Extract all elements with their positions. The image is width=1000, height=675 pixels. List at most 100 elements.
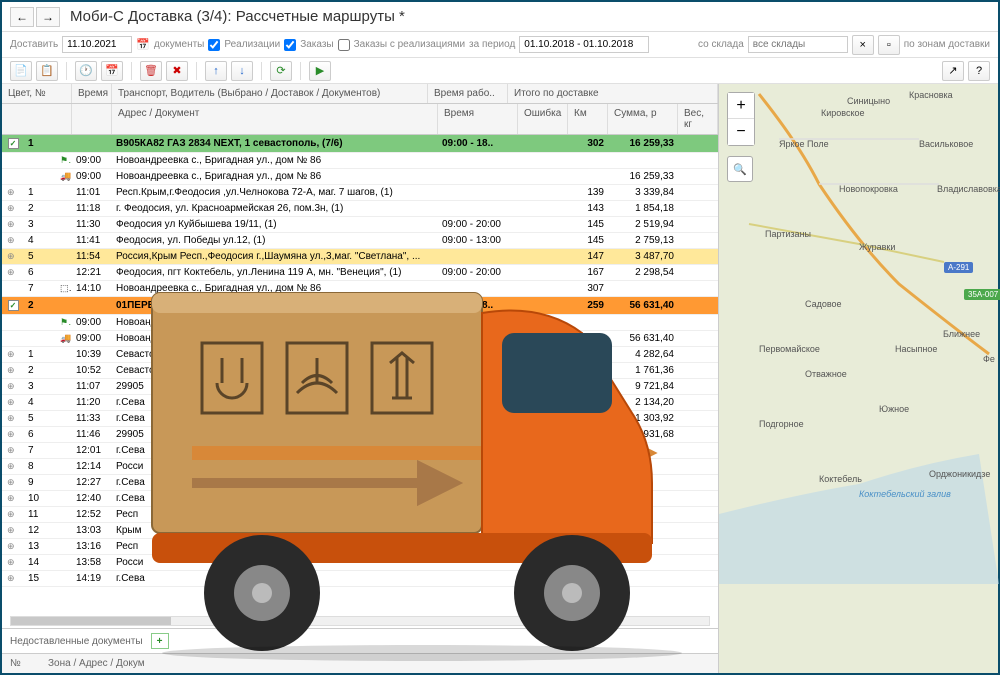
undelivered-label: Недоставленные документы xyxy=(10,636,143,647)
map-zoom-out-button[interactable]: − xyxy=(728,119,754,145)
map-place-label: Орджоникидзе xyxy=(929,469,990,479)
cancel-button[interactable]: ✖ xyxy=(166,61,188,81)
map-place-label: Партизаны xyxy=(765,229,811,239)
expand-icon[interactable]: ⊕ xyxy=(7,445,19,456)
expand-icon[interactable]: ⊕ xyxy=(7,493,19,504)
table-row[interactable]: ⊕ 5 11:54 Россия,Крым Респ.,Феодосия г.,… xyxy=(2,249,718,265)
map-place-label: Южное xyxy=(879,404,909,414)
map-place-label: Садовое xyxy=(805,299,842,309)
map-place-label: Первомайское xyxy=(759,344,820,354)
refresh-button[interactable]: ⟳ xyxy=(270,61,292,81)
row-icon: ⬚ xyxy=(56,283,72,294)
expand-icon[interactable]: ⊕ xyxy=(7,349,19,360)
col-color: Цвет, № xyxy=(2,84,72,103)
col-total: Итого по доставке xyxy=(508,84,718,103)
table-row[interactable]: ⊕ 1 11:01 Респ.Крым,г.Феодосия ,ул.Челно… xyxy=(2,185,718,201)
clock-button[interactable]: 🕐 xyxy=(75,61,97,81)
window-title: Моби-С Доставка (3/4): Рассчетные маршру… xyxy=(70,8,405,25)
expand-icon[interactable]: ⊕ xyxy=(7,573,19,584)
map-zoom-in-button[interactable]: + xyxy=(728,93,754,119)
orders-checkbox[interactable] xyxy=(284,39,296,51)
nav-back-button[interactable]: ← xyxy=(10,7,34,27)
map-place-label: Журавки xyxy=(859,242,895,252)
deliver-label: Доставить xyxy=(10,39,58,50)
expand-icon[interactable]: ⊕ xyxy=(7,413,19,424)
schedule-button[interactable]: 📅 xyxy=(101,61,123,81)
expand-icon[interactable]: ⊕ xyxy=(7,541,19,552)
map-place-label: Кировское xyxy=(821,108,865,118)
col-km: Км xyxy=(568,104,608,134)
expand-icon[interactable]: ⊕ xyxy=(7,187,19,198)
map-place-label: Фе xyxy=(983,354,995,364)
expand-icon[interactable]: ⊕ xyxy=(7,525,19,536)
nav-forward-button[interactable]: → xyxy=(36,7,60,27)
map-place-label: Подгорное xyxy=(759,419,804,429)
warehouse-clear-button[interactable]: × xyxy=(852,35,874,55)
group-row[interactable]: ✓ 1 В905КА82 ГАЗ 2834 NEXT, 1 севастопол… xyxy=(2,135,718,153)
deliver-date-input[interactable] xyxy=(62,36,132,53)
expand-icon[interactable]: ⊕ xyxy=(7,267,19,278)
expand-icon[interactable]: ⊕ xyxy=(7,477,19,488)
realiz-checkbox[interactable] xyxy=(208,39,220,51)
table-row[interactable]: ⊕ 3 11:30 Феодосия ул Куйбышева 19/11, (… xyxy=(2,217,718,233)
warehouse-label: со склада xyxy=(698,39,744,50)
group-checkbox[interactable]: ✓ xyxy=(8,300,19,311)
run-button[interactable]: ▶ xyxy=(309,61,331,81)
warehouse-open-button[interactable]: ▫ xyxy=(878,35,900,55)
expand-icon[interactable]: ⊕ xyxy=(7,381,19,392)
map-pane[interactable]: + − 🔍 Красновка Синицыно Кировское Яркое По… xyxy=(718,84,998,673)
map-road-badge: А-291 xyxy=(944,262,973,273)
help-button[interactable]: ? xyxy=(968,61,990,81)
expand-icon[interactable]: ⊕ xyxy=(7,235,19,246)
expand-icon[interactable]: ⊕ xyxy=(7,397,19,408)
col-time: Время xyxy=(72,84,112,103)
map-place-label: Отважное xyxy=(805,369,847,379)
orders-realiz-checkbox[interactable] xyxy=(338,39,350,51)
period-label: за период xyxy=(469,39,515,50)
map-place-label: Красновка xyxy=(909,90,953,100)
map-roads xyxy=(719,84,999,644)
truck-illustration xyxy=(142,283,702,663)
zone-label: по зонам доставки xyxy=(904,39,990,50)
expand-icon[interactable]: ⊕ xyxy=(7,251,19,262)
orders-label: Заказы xyxy=(300,39,333,50)
col-sum: Сумма, р xyxy=(608,104,678,134)
down-button[interactable]: ↓ xyxy=(231,61,253,81)
table-row[interactable]: ⊕ 6 12:21 Феодосия, пгт Коктебель, ул.Ле… xyxy=(2,265,718,281)
map-search-button[interactable]: 🔍 xyxy=(727,156,753,182)
col-addr: Адрес / Документ xyxy=(112,104,438,134)
group-checkbox[interactable]: ✓ xyxy=(8,138,19,149)
map-place-label: Новопокровка xyxy=(839,184,898,194)
expand-icon[interactable]: ⊕ xyxy=(7,365,19,376)
up-button[interactable]: ↑ xyxy=(205,61,227,81)
map-place-label: Владиславовка xyxy=(937,184,1000,194)
table-row[interactable]: ⊕ 2 11:18 г. Феодосия, ул. Красноармейск… xyxy=(2,201,718,217)
map-zoom-controls: + − xyxy=(727,92,755,146)
expand-icon[interactable]: ⊕ xyxy=(7,203,19,214)
expand-icon[interactable]: ⊕ xyxy=(7,429,19,440)
col-weight: Вес, кг xyxy=(678,104,718,134)
bottom-zone-label: Зона / Адрес / Докум xyxy=(48,658,145,669)
new-doc-button[interactable]: 📄 xyxy=(10,61,32,81)
map-place-label: Яркое Поле xyxy=(779,139,829,149)
delete-button[interactable]: 🗑 xyxy=(140,61,162,81)
row-icon: 🚚 xyxy=(56,333,72,344)
expand-icon[interactable]: ⊕ xyxy=(7,461,19,472)
map-road-badge: 35А-007 xyxy=(964,289,1000,300)
warehouse-input[interactable] xyxy=(748,36,848,53)
bottom-num-label: № xyxy=(10,658,40,669)
table-row[interactable]: ⊕ 4 11:41 Феодосия, ул. Победы ул.12, (1… xyxy=(2,233,718,249)
period-input[interactable] xyxy=(519,36,649,53)
calendar-icon[interactable]: 📅 xyxy=(136,38,150,51)
external-button[interactable]: ↗ xyxy=(942,61,964,81)
expand-icon[interactable]: ⊕ xyxy=(7,557,19,568)
table-row[interactable]: ⚑ 09:00 Новоандреевка с., Бригадная ул.,… xyxy=(2,153,718,169)
map-place-label: Синицыно xyxy=(847,96,890,106)
table-row[interactable]: 🚚 09:00 Новоандреевка с., Бригадная ул.,… xyxy=(2,169,718,185)
expand-icon[interactable]: ⊕ xyxy=(7,509,19,520)
copy-button[interactable]: 📋 xyxy=(36,61,58,81)
map-place-label: Коктебель xyxy=(819,474,862,484)
col-t2: Время xyxy=(438,104,518,134)
realiz-label: Реализации xyxy=(224,39,280,50)
expand-icon[interactable]: ⊕ xyxy=(7,219,19,230)
